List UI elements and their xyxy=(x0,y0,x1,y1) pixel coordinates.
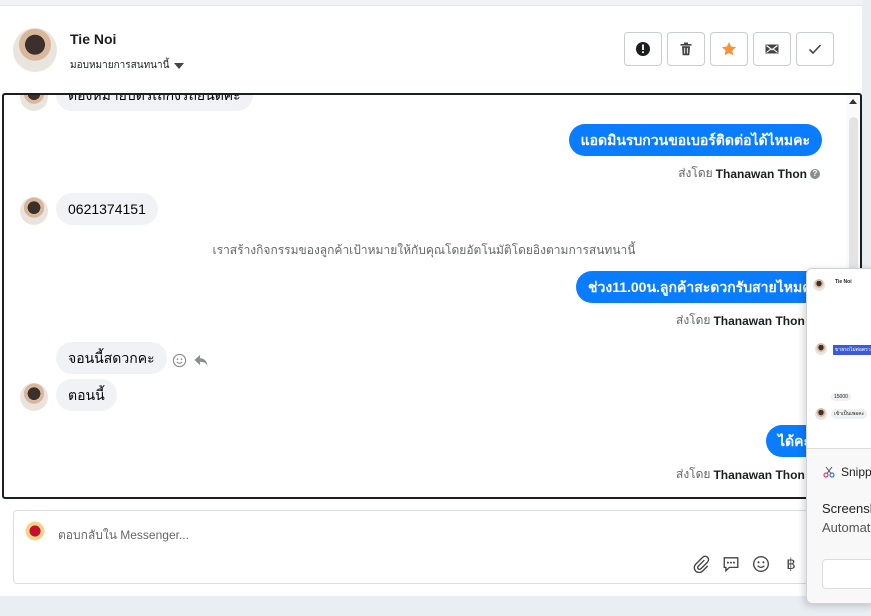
alert-circle-icon xyxy=(636,42,650,56)
snip-app-label: Snipping Tool xyxy=(823,465,871,479)
caret-down-icon xyxy=(174,62,185,69)
snipping-tool-icon xyxy=(823,466,835,478)
sent-by-prefix: ส่งโดย xyxy=(678,166,713,180)
snip-title: Screenshot copied to clipboard xyxy=(822,501,871,516)
thumb-avatar xyxy=(815,343,827,355)
message-thread[interactable]: ต้องหมายบัตรเถกิงรถยนต์คะ แอดมินรบกวนขอเ… xyxy=(2,93,862,499)
star-icon xyxy=(722,42,736,56)
message-actions xyxy=(172,353,209,368)
paperclip-icon[interactable] xyxy=(692,555,710,573)
sent-by-label: ส่งโดย Thanawan Thon xyxy=(676,465,805,484)
snip-subtitle: Automatically saved to screenshots folde… xyxy=(822,520,871,535)
system-notice: เราสร้างกิจกรรมของลูกค้าเป้าหมายให้กับคุ… xyxy=(212,243,636,257)
contact-name[interactable]: Tie Noi xyxy=(70,31,116,47)
thumb-number: 15000 xyxy=(831,393,851,401)
snip-action-button[interactable] xyxy=(822,559,871,589)
composer-toolbar: ฿ xyxy=(692,555,800,573)
contact-message-avatar xyxy=(20,383,48,411)
trash-icon xyxy=(680,42,692,56)
message-incoming[interactable]: ตอนนี้ xyxy=(56,379,117,411)
reply-input[interactable]: ตอบกลับใน Messenger... xyxy=(58,526,189,545)
contact-message-avatar xyxy=(20,95,48,111)
contact-avatar[interactable] xyxy=(13,28,57,72)
thumb-avatar xyxy=(815,408,827,420)
star-button[interactable] xyxy=(710,32,748,66)
contact-message-avatar xyxy=(20,197,48,225)
reply-icon[interactable] xyxy=(193,353,209,368)
baht-icon[interactable]: ฿ xyxy=(782,555,800,573)
thumb-avatar xyxy=(813,279,825,291)
conversation-header: Tie Noi มอบหมายการสนทนานี้ xyxy=(0,6,862,92)
report-button[interactable] xyxy=(624,32,662,66)
emoji-icon[interactable] xyxy=(752,555,770,573)
sent-by-name: Thanawan Thon xyxy=(713,313,805,328)
envelope-icon xyxy=(765,44,779,54)
help-icon[interactable]: ? xyxy=(810,168,820,179)
assign-label: มอบหมายการสนทนานี้ xyxy=(70,60,170,71)
sent-by-name: Thanawan Thon xyxy=(715,166,807,181)
scroll-up-icon[interactable] xyxy=(849,99,857,104)
sent-by-prefix: ส่งโดย xyxy=(676,467,711,481)
sent-by-name: Thanawan Thon xyxy=(713,467,805,482)
assign-conversation-dropdown[interactable]: มอบหมายการสนทนานี้ xyxy=(70,58,185,73)
message-outgoing[interactable]: ช่วง11.00น.ลูกค้าสะดวกรับสายไหมคะ xyxy=(576,271,832,303)
sent-by-label: ส่งโดย Thanawan Thon ? xyxy=(678,164,820,183)
message-incoming[interactable]: 0621374151 xyxy=(56,193,158,225)
thumb-reply: เข้าเป็นเพอคะ xyxy=(831,409,868,419)
snip-app-name: Snipping Tool xyxy=(841,465,871,479)
thumb-name: Tie Noi xyxy=(835,279,852,285)
sent-by-prefix: ส่งโดย xyxy=(676,313,711,327)
sent-by-label: ส่งโดย Thanawan Thon xyxy=(676,311,805,330)
screenshot-thumbnail[interactable]: Tie Noi ขายรถไม่ต่อตรวจสอบ 15000 เข้าเป็… xyxy=(807,269,871,449)
checkmark-icon xyxy=(808,44,822,55)
message-incoming-partial[interactable]: ต้องหมายบัตรเถกิงรถยนต์คะ xyxy=(56,95,253,111)
delete-button[interactable] xyxy=(667,32,705,66)
mark-unread-button[interactable] xyxy=(753,32,791,66)
header-actions xyxy=(624,32,834,66)
reply-composer: ตอบกลับใน Messenger... ฿ xyxy=(13,510,813,584)
thumb-highlight: ขายรถไม่ต่อตรวจสอบ xyxy=(833,345,871,355)
message-outgoing[interactable]: แอดมินรบกวนขอเบอร์ติดต่อได้ไหมคะ xyxy=(568,124,822,156)
conversation-panel: Tie Noi มอบหมายการสนทนานี้ ต้องหมายบัตรเ… xyxy=(0,0,862,596)
mark-done-button[interactable] xyxy=(796,32,834,66)
snipping-tool-notification[interactable]: Tie Noi ขายรถไม่ต่อตรวจสอบ 15000 เข้าเป็… xyxy=(806,268,871,604)
emoji-react-icon[interactable] xyxy=(172,353,187,368)
chat-bubble-icon[interactable] xyxy=(722,555,740,573)
page-avatar xyxy=(24,520,46,542)
message-incoming[interactable]: จอนนี้สดวกคะ xyxy=(56,342,167,374)
